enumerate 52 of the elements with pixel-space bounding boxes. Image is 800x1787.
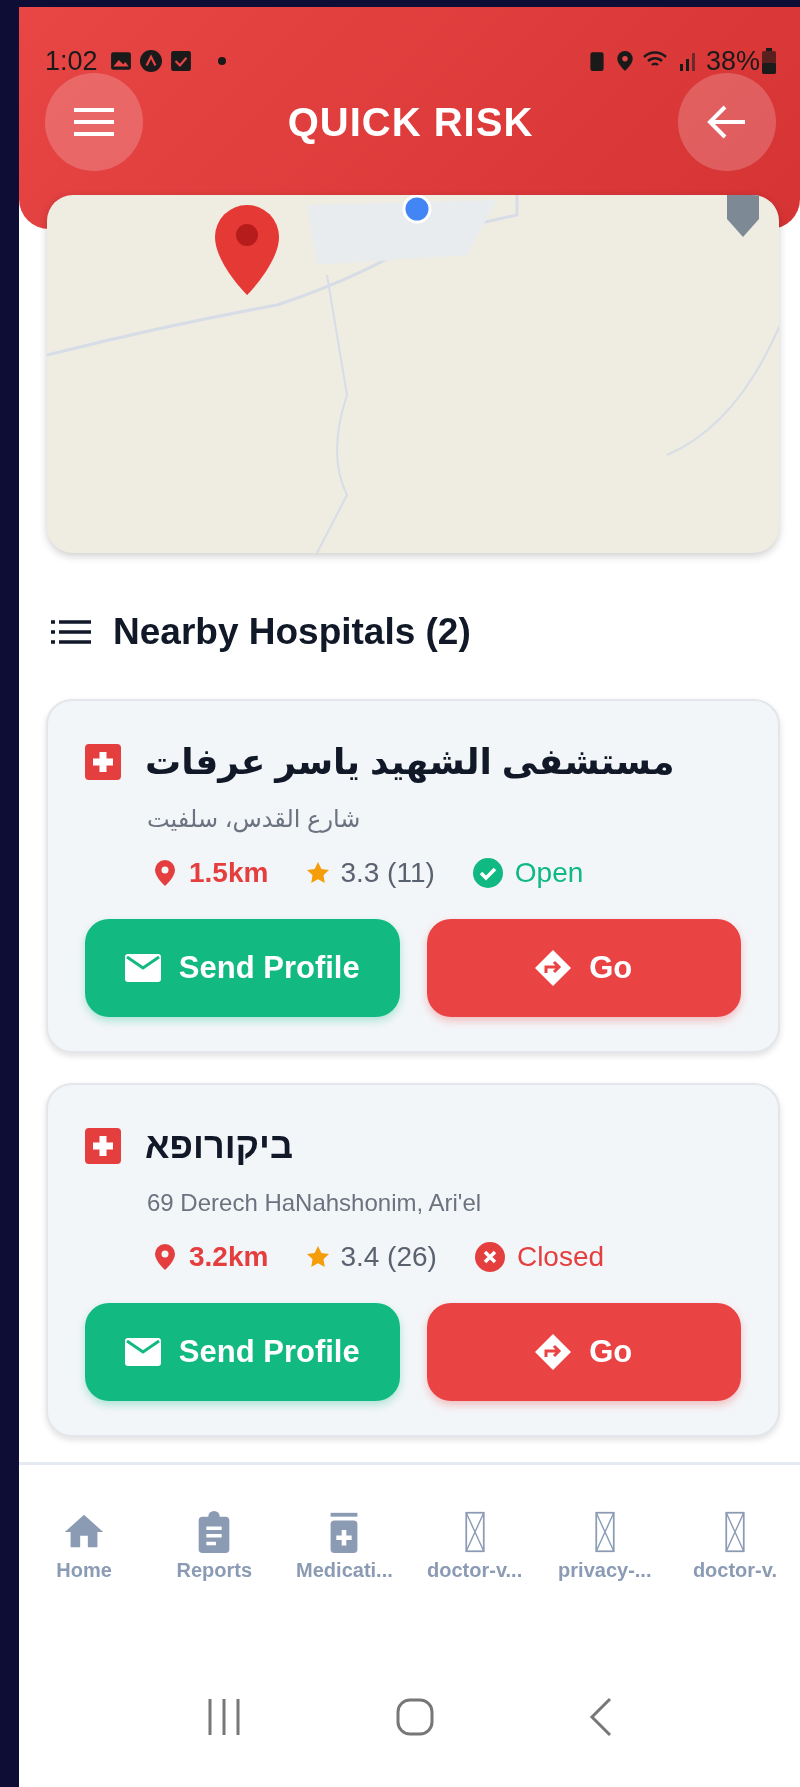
hospital-cross-icon [85,1128,121,1164]
directions-icon [535,950,572,986]
hospital-address: شارع القدس، سلفيت [147,805,362,833]
hospital-name: ביקורופא [145,1125,293,1167]
map-pin-icon [215,205,279,295]
nav-tab[interactable]: Reports [149,1509,280,1677]
dot-icon [217,57,226,65]
nav-tab[interactable]: doctor-v... [409,1509,540,1677]
location-pin-icon [153,860,177,886]
menu-icon [74,107,114,137]
school-marker-icon [727,195,759,237]
back-arrow-icon [707,104,747,140]
hospital-cross-icon [85,744,121,780]
recent-apps-button[interactable] [206,1699,241,1735]
envelope-icon [124,954,161,982]
rating-text: 3.3 (11) [340,857,435,889]
rating-text: 3.4 (26) [340,1241,437,1273]
battery-icon [762,48,776,74]
send-profile-button[interactable]: Send Profile [85,1303,400,1401]
nav-tab[interactable]: Medicati... [279,1509,410,1677]
go-button[interactable]: Go [426,919,741,1017]
nav-tab[interactable]: doctor-v. [669,1509,800,1677]
star-icon [306,1244,331,1270]
status-time: 1:02 [45,45,98,77]
broken-image-icon [593,1511,616,1553]
current-location-icon [402,195,432,224]
send-profile-button[interactable]: Send Profile [85,919,400,1017]
distance-text: 1.5km [189,857,269,889]
status-text: Closed [516,1241,605,1273]
header-title: QUICK RISK [287,99,534,145]
star-icon [306,860,331,886]
image-icon [109,50,132,72]
hospital-name: مستشفى الشهيد ياسر عرفات [145,741,675,783]
directions-icon [535,1334,572,1370]
home-button[interactable] [395,1698,434,1736]
checkbox-icon [169,50,192,72]
broken-image-icon [723,1511,746,1553]
hospital-address: 69 Derech HaNahshonim, Ari'el [147,1189,483,1217]
nav-tab[interactable]: privacy-... [539,1509,670,1677]
location-pin-icon [153,1244,177,1270]
envelope-icon [124,1338,161,1366]
status-text: Open [514,857,584,889]
map-drawing[interactable] [47,195,779,553]
go-button[interactable]: Go [426,1303,741,1401]
section-title: Nearby Hospitals (2) [113,611,471,653]
back-nav-button[interactable] [588,1697,613,1737]
nav-tab[interactable]: Home [19,1509,150,1677]
broken-image-icon [463,1511,486,1553]
battery-percent: 38% [705,45,760,77]
distance-text: 3.2km [189,1241,269,1273]
list-icon [51,619,91,645]
app-notification-icon [139,50,162,72]
